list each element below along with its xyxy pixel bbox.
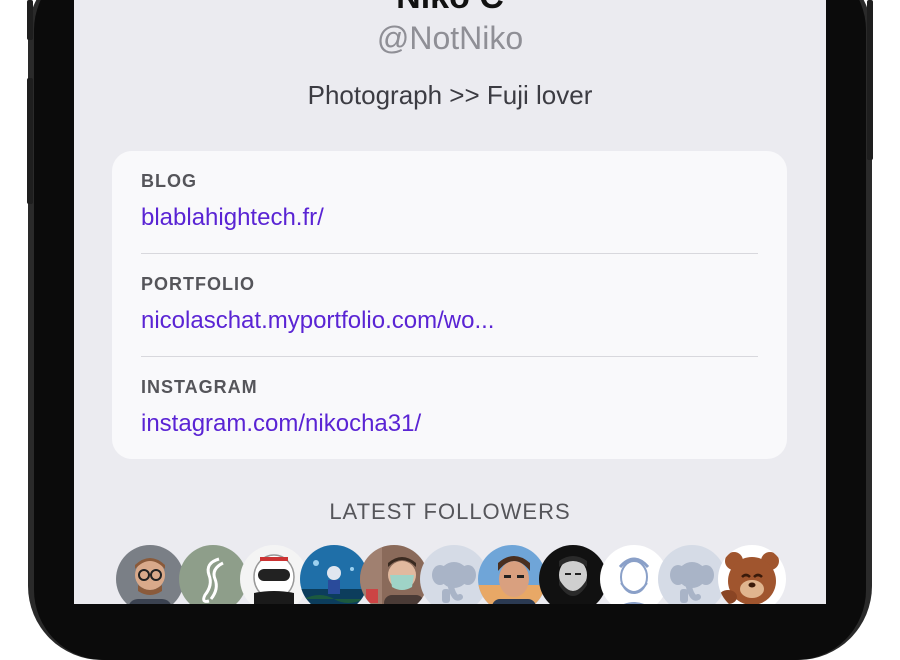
link-label: BLOG: [141, 171, 197, 191]
link-row-instagram: INSTAGRAM instagram.com/nikocha31/: [141, 357, 758, 460]
profile-bio: Photograph >> Fuji lover: [307, 80, 593, 110]
profile-name: Niko C: [74, 0, 826, 17]
links-card: BLOG blablahightech.fr/ PORTFOLIO nicola…: [112, 151, 787, 459]
follower-avatar-bearded-man[interactable]: [539, 545, 607, 604]
link-row-blog: BLOG blablahightech.fr/: [141, 151, 758, 254]
profile-screen: Niko C @NotNiko Photograph >> Fuji lover…: [74, 0, 826, 604]
volume-down-button: [27, 78, 33, 204]
link-label: PORTFOLIO: [141, 274, 255, 294]
link-label: INSTAGRAM: [141, 377, 258, 397]
latest-followers-title: LATEST FOLLOWERS: [329, 499, 571, 524]
follower-avatar-cartoon-bear[interactable]: [718, 545, 786, 604]
volume-up-button: [27, 0, 33, 40]
portfolio-link[interactable]: nicolaschat.myportfolio.com/wo...: [141, 307, 494, 335]
profile-handle: @NotNiko: [376, 20, 524, 56]
follower-avatar-motorcycle-helmet[interactable]: [240, 545, 308, 604]
follower-avatar-pinch-logo[interactable]: [179, 545, 247, 604]
power-button: [867, 0, 873, 160]
follower-avatar-selfie-man[interactable]: [478, 545, 546, 604]
follower-avatar-aquarium-diver[interactable]: [300, 545, 368, 604]
link-row-portfolio: PORTFOLIO nicolaschat.myportfolio.com/wo…: [141, 254, 758, 357]
blog-link[interactable]: blablahightech.fr/: [141, 204, 324, 232]
follower-avatar-man-with-glasses[interactable]: [116, 545, 184, 604]
follower-avatar-masked-person[interactable]: [360, 545, 428, 604]
instagram-link[interactable]: instagram.com/nikocha31/: [141, 410, 421, 438]
follower-avatar-default-elephant[interactable]: [658, 545, 726, 604]
